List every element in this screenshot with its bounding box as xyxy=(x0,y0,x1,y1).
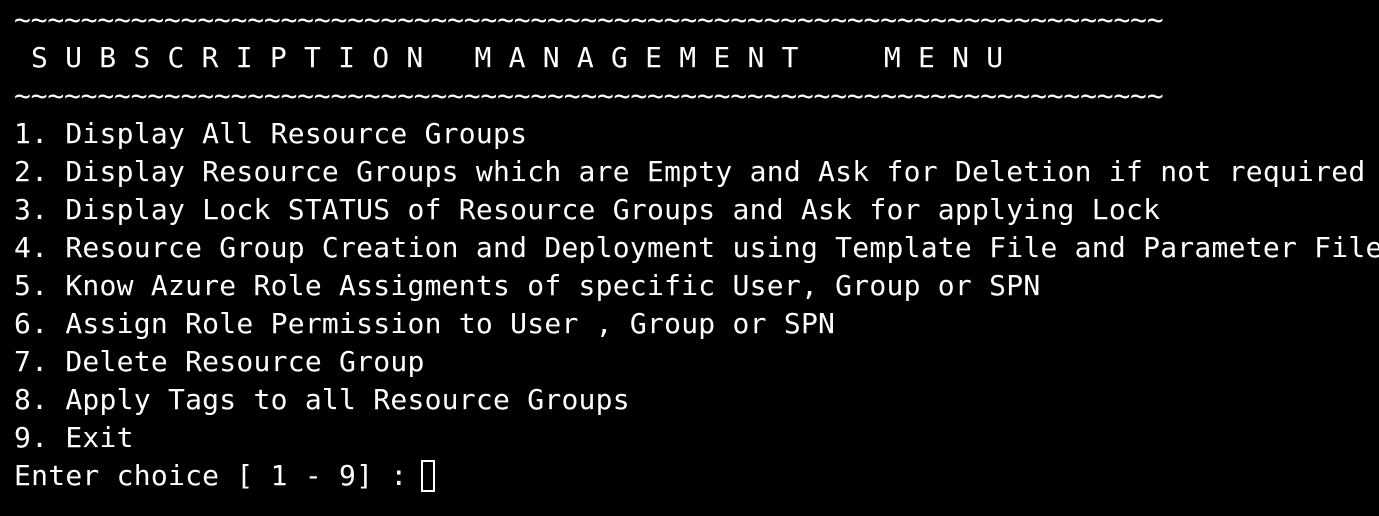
menu-rule-bottom: ~~~~~~~~~~~~~~~~~~~~~~~~~~~~~~~~~~~~~~~~… xyxy=(14,79,1164,112)
menu-item-5: 5. Know Azure Role Assigments of specifi… xyxy=(14,269,1041,302)
menu-item-4: 4. Resource Group Creation and Deploymen… xyxy=(14,231,1379,264)
menu-item-3: 3. Display Lock STATUS of Resource Group… xyxy=(14,193,1161,226)
menu-item-7: 7. Delete Resource Group xyxy=(14,345,425,378)
choice-prompt: Enter choice [ 1 - 9] : xyxy=(14,459,408,492)
menu-item-9: 9. Exit xyxy=(14,421,134,454)
choice-prompt-line[interactable]: Enter choice [ 1 - 9] : xyxy=(14,457,1379,495)
menu-title: S U B S C R I P T I O N M A N A G E M E … xyxy=(14,41,1004,74)
menu-item-1: 1. Display All Resource Groups xyxy=(14,117,528,150)
menu-item-6: 6. Assign Role Permission to User , Grou… xyxy=(14,307,836,340)
menu-item-2: 2. Display Resource Groups which are Emp… xyxy=(14,155,1366,188)
terminal-window: ~~~~~~~~~~~~~~~~~~~~~~~~~~~~~~~~~~~~~~~~… xyxy=(14,1,1379,495)
menu-rule-top: ~~~~~~~~~~~~~~~~~~~~~~~~~~~~~~~~~~~~~~~~… xyxy=(14,3,1164,36)
text-cursor[interactable] xyxy=(421,460,436,492)
menu-item-8: 8. Apply Tags to all Resource Groups xyxy=(14,383,630,416)
